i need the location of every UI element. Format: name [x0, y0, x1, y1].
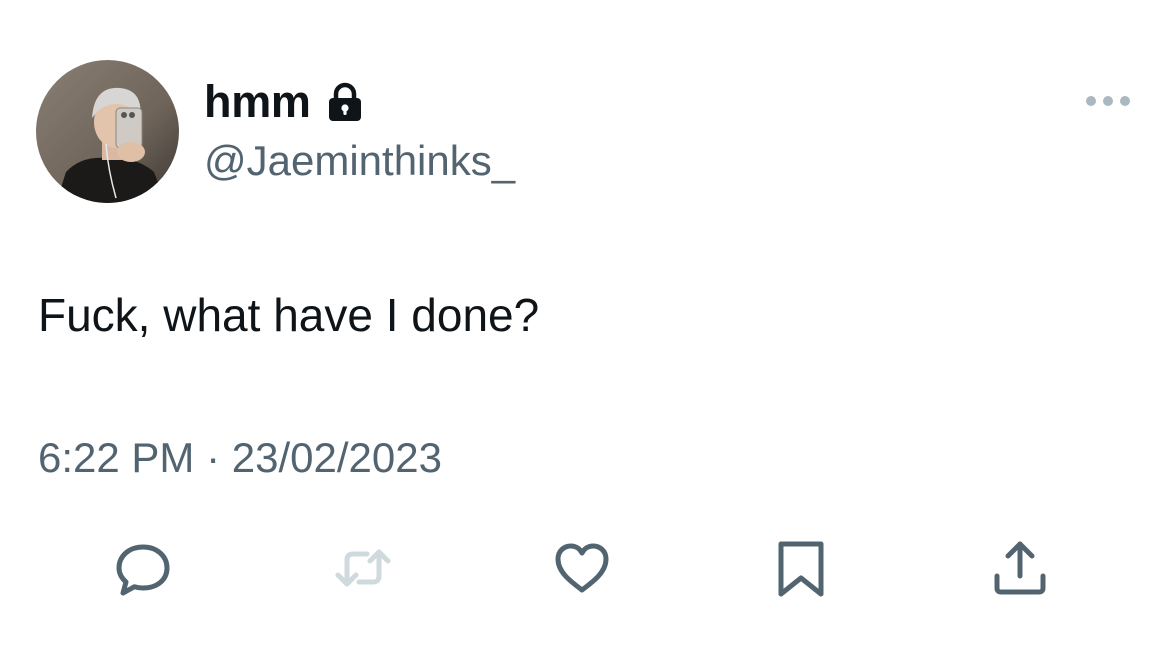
retweet-button[interactable] [333, 538, 393, 598]
bookmark-icon [778, 541, 824, 597]
tweet-timestamp[interactable]: 6:22 PM · 23/02/2023 [38, 430, 442, 486]
bookmark-button[interactable] [771, 538, 831, 598]
tweet-text: Fuck, what have I done? [38, 289, 540, 341]
heart-icon [555, 543, 609, 593]
share-icon [994, 541, 1046, 595]
profile-photo [36, 60, 179, 203]
lock-icon [328, 82, 361, 121]
display-name[interactable]: hmm [204, 74, 311, 130]
avatar[interactable] [36, 60, 179, 203]
share-button[interactable] [990, 538, 1050, 598]
like-button[interactable] [552, 538, 612, 598]
reply-button[interactable] [113, 538, 173, 598]
reply-icon [116, 544, 170, 596]
author-handle[interactable]: @Jaeminthinks_ [204, 134, 515, 188]
more-options-button[interactable] [1080, 86, 1136, 116]
author-name-row: hmm [204, 74, 363, 130]
retweet-icon [335, 549, 391, 587]
more-horizontal-icon [1086, 96, 1130, 106]
